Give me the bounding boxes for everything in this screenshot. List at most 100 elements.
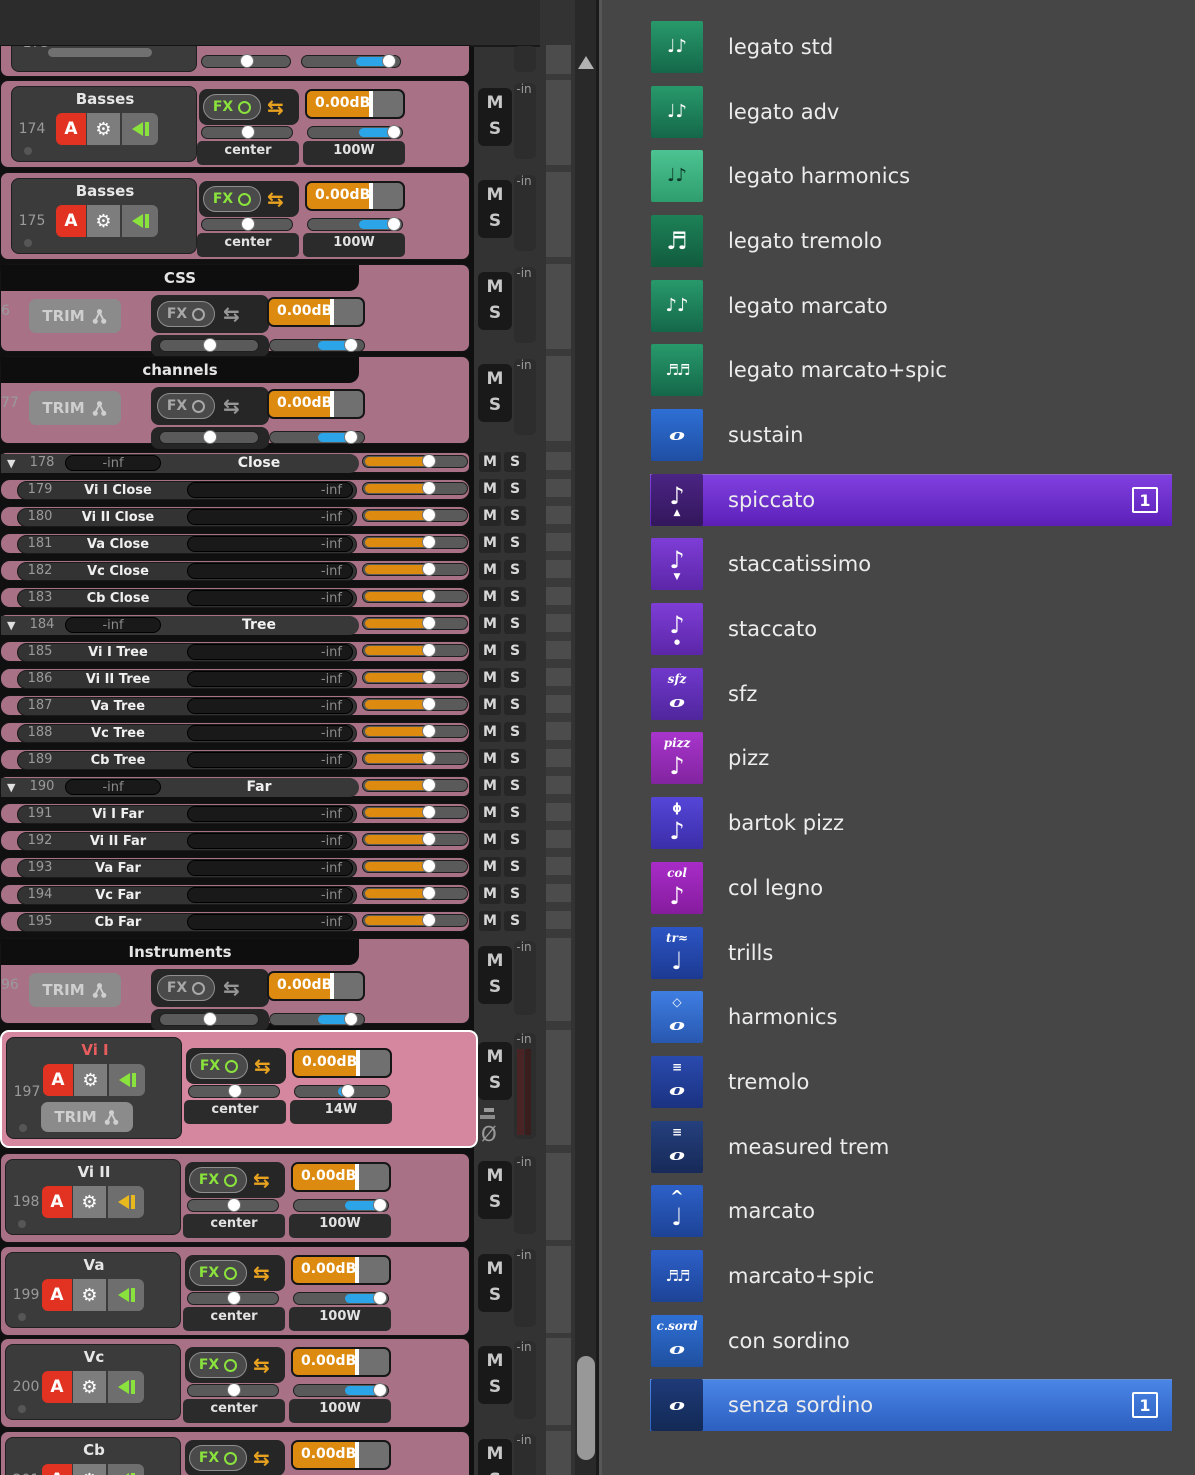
fx-button[interactable]: FX (189, 1352, 247, 1378)
volume-slider[interactable] (269, 338, 365, 352)
fx-bypass-icon[interactable] (224, 1358, 238, 1372)
mute-button[interactable]: M (479, 560, 501, 580)
pan-slider[interactable] (187, 1291, 279, 1305)
solo-button[interactable]: S (504, 668, 526, 688)
track-settings-gear-icon[interactable]: ⚙ (73, 1371, 106, 1403)
slider-knob[interactable] (373, 1291, 387, 1305)
solo-button[interactable]: S (504, 641, 526, 661)
slider-knob[interactable] (422, 778, 436, 792)
volume-slider[interactable] (362, 697, 468, 711)
mute-button[interactable]: M (479, 479, 501, 499)
track-settings-gear-icon[interactable]: ⚙ (87, 205, 120, 237)
volume-slider[interactable] (362, 535, 468, 549)
slider-knob[interactable] (240, 54, 254, 68)
record-arm-button[interactable]: A (56, 113, 86, 145)
articulation-row[interactable]: ♪ ▲ spiccato 1 (602, 474, 1195, 526)
volume-slider[interactable] (362, 589, 468, 603)
pan-slider[interactable] (201, 217, 293, 231)
mute-button[interactable]: M (478, 1166, 512, 1186)
volume-slider[interactable] (362, 616, 468, 630)
scrollbar-gutter[interactable] (575, 0, 596, 1475)
articulation-row[interactable]: ♬♬ legato marcato+spic (602, 344, 1195, 396)
slider-knob[interactable] (422, 481, 436, 495)
fx-bypass-icon[interactable] (224, 1173, 238, 1187)
slider-knob[interactable] (422, 508, 436, 522)
slider-knob[interactable] (422, 535, 436, 549)
solo-button[interactable]: S (504, 614, 526, 634)
slider-knob[interactable] (241, 217, 255, 231)
record-arm-button[interactable]: A (42, 1279, 72, 1311)
volume-slider[interactable] (362, 724, 468, 738)
track-row[interactable]: Vi II 198 A ⚙ FX ⇆ center 0.00dB 100W (0, 1153, 470, 1243)
mute-button[interactable]: M (479, 749, 501, 769)
speaker-icon[interactable] (122, 205, 158, 237)
solo-button[interactable]: S (504, 587, 526, 607)
articulation-row[interactable]: ♬♬ marcato+spic (602, 1250, 1195, 1302)
solo-button[interactable]: S (504, 911, 526, 931)
articulation-row[interactable]: pizz ♪ pizz (602, 732, 1195, 784)
volume-slider[interactable] (362, 832, 468, 846)
slider-knob[interactable] (341, 1084, 355, 1098)
fx-button[interactable]: FX (203, 94, 261, 120)
routing-icon[interactable]: ⇆ (223, 301, 240, 327)
gain-display[interactable]: 0.00dB (267, 297, 365, 327)
mute-button[interactable]: M (479, 533, 501, 553)
speaker-icon[interactable] (108, 1371, 144, 1403)
slider-knob[interactable] (422, 616, 436, 630)
collapse-triangle-icon[interactable]: ▼ (7, 781, 15, 794)
mute-button[interactable]: M (479, 614, 501, 634)
slider-knob[interactable] (422, 859, 436, 873)
fx-button[interactable]: FX (189, 1260, 247, 1286)
mute-button[interactable]: M (478, 277, 512, 297)
trim-button[interactable]: TRIM (29, 973, 121, 1007)
mute-button[interactable]: M (478, 1351, 512, 1371)
articulation-row[interactable]: c.sord o con sordino (602, 1315, 1195, 1367)
solo-button[interactable]: S (478, 211, 512, 231)
slider-knob[interactable] (422, 805, 436, 819)
mute-button[interactable]: M (479, 911, 501, 931)
fx-button[interactable]: FX (190, 1053, 248, 1079)
trim-button[interactable]: TRIM (41, 1102, 133, 1132)
fx-button[interactable]: FX (157, 301, 215, 327)
track-row[interactable]: Cb201A⚙FX⇆center0.00dB100W (0, 1431, 470, 1475)
articulation-row[interactable]: ♩♪ legato harmonics (602, 150, 1195, 202)
articulation-row[interactable]: ♪ ● staccato (602, 603, 1195, 655)
volume-slider[interactable] (362, 454, 468, 468)
pan-slider[interactable] (188, 1084, 280, 1098)
bus-track-row[interactable]: CSS 6 TRIM FX ⇆ 0.00dB (0, 264, 470, 357)
solo-button[interactable]: S (504, 533, 526, 553)
width-slider[interactable] (293, 1383, 389, 1397)
routing-icon[interactable]: ⇆ (267, 186, 284, 212)
width-slider[interactable] (307, 217, 403, 231)
volume-slider[interactable] (362, 778, 468, 792)
slider-knob[interactable] (203, 1012, 217, 1026)
fx-bypass-icon[interactable] (225, 1059, 239, 1073)
solo-button[interactable]: S (478, 1470, 512, 1475)
volume-slider[interactable] (362, 886, 468, 900)
bus-track-row[interactable]: channels 77 TRIM FX ⇆ 0.00dB (0, 356, 470, 449)
mute-button[interactable]: M (479, 857, 501, 877)
articulation-row[interactable]: ♪ ▼ staccatissimo (602, 538, 1195, 590)
solo-button[interactable]: S (478, 977, 512, 997)
collapse-triangle-icon[interactable]: ▼ (7, 619, 15, 632)
record-arm-button[interactable]: A (42, 1186, 72, 1218)
solo-button[interactable]: S (504, 560, 526, 580)
mute-button[interactable]: M (479, 830, 501, 850)
gain-display[interactable]: 0.00dB (305, 181, 405, 211)
mute-button[interactable]: M (479, 641, 501, 661)
solo-button[interactable]: S (478, 119, 512, 139)
fx-button[interactable]: FX (189, 1167, 247, 1193)
gain-display[interactable]: 0.00dB (291, 1255, 391, 1285)
fx-bypass-icon[interactable] (192, 307, 206, 321)
track-row[interactable]: Basses 175 A ⚙ FX ⇆ center 0.00dB 100W (0, 172, 470, 260)
solo-button[interactable]: S (478, 1377, 512, 1397)
mute-button[interactable]: M (478, 1444, 512, 1464)
articulation-row[interactable]: ♪♪ legato marcato (602, 280, 1195, 332)
solo-button[interactable]: S (478, 1192, 512, 1212)
solo-button[interactable]: S (478, 303, 512, 323)
track-row-partial[interactable]: 173 (0, 45, 470, 77)
routing-icon[interactable]: ⇆ (267, 94, 284, 120)
slider-knob[interactable] (422, 670, 436, 684)
mute-button[interactable]: M (478, 1047, 512, 1067)
mute-button[interactable]: M (479, 776, 501, 796)
